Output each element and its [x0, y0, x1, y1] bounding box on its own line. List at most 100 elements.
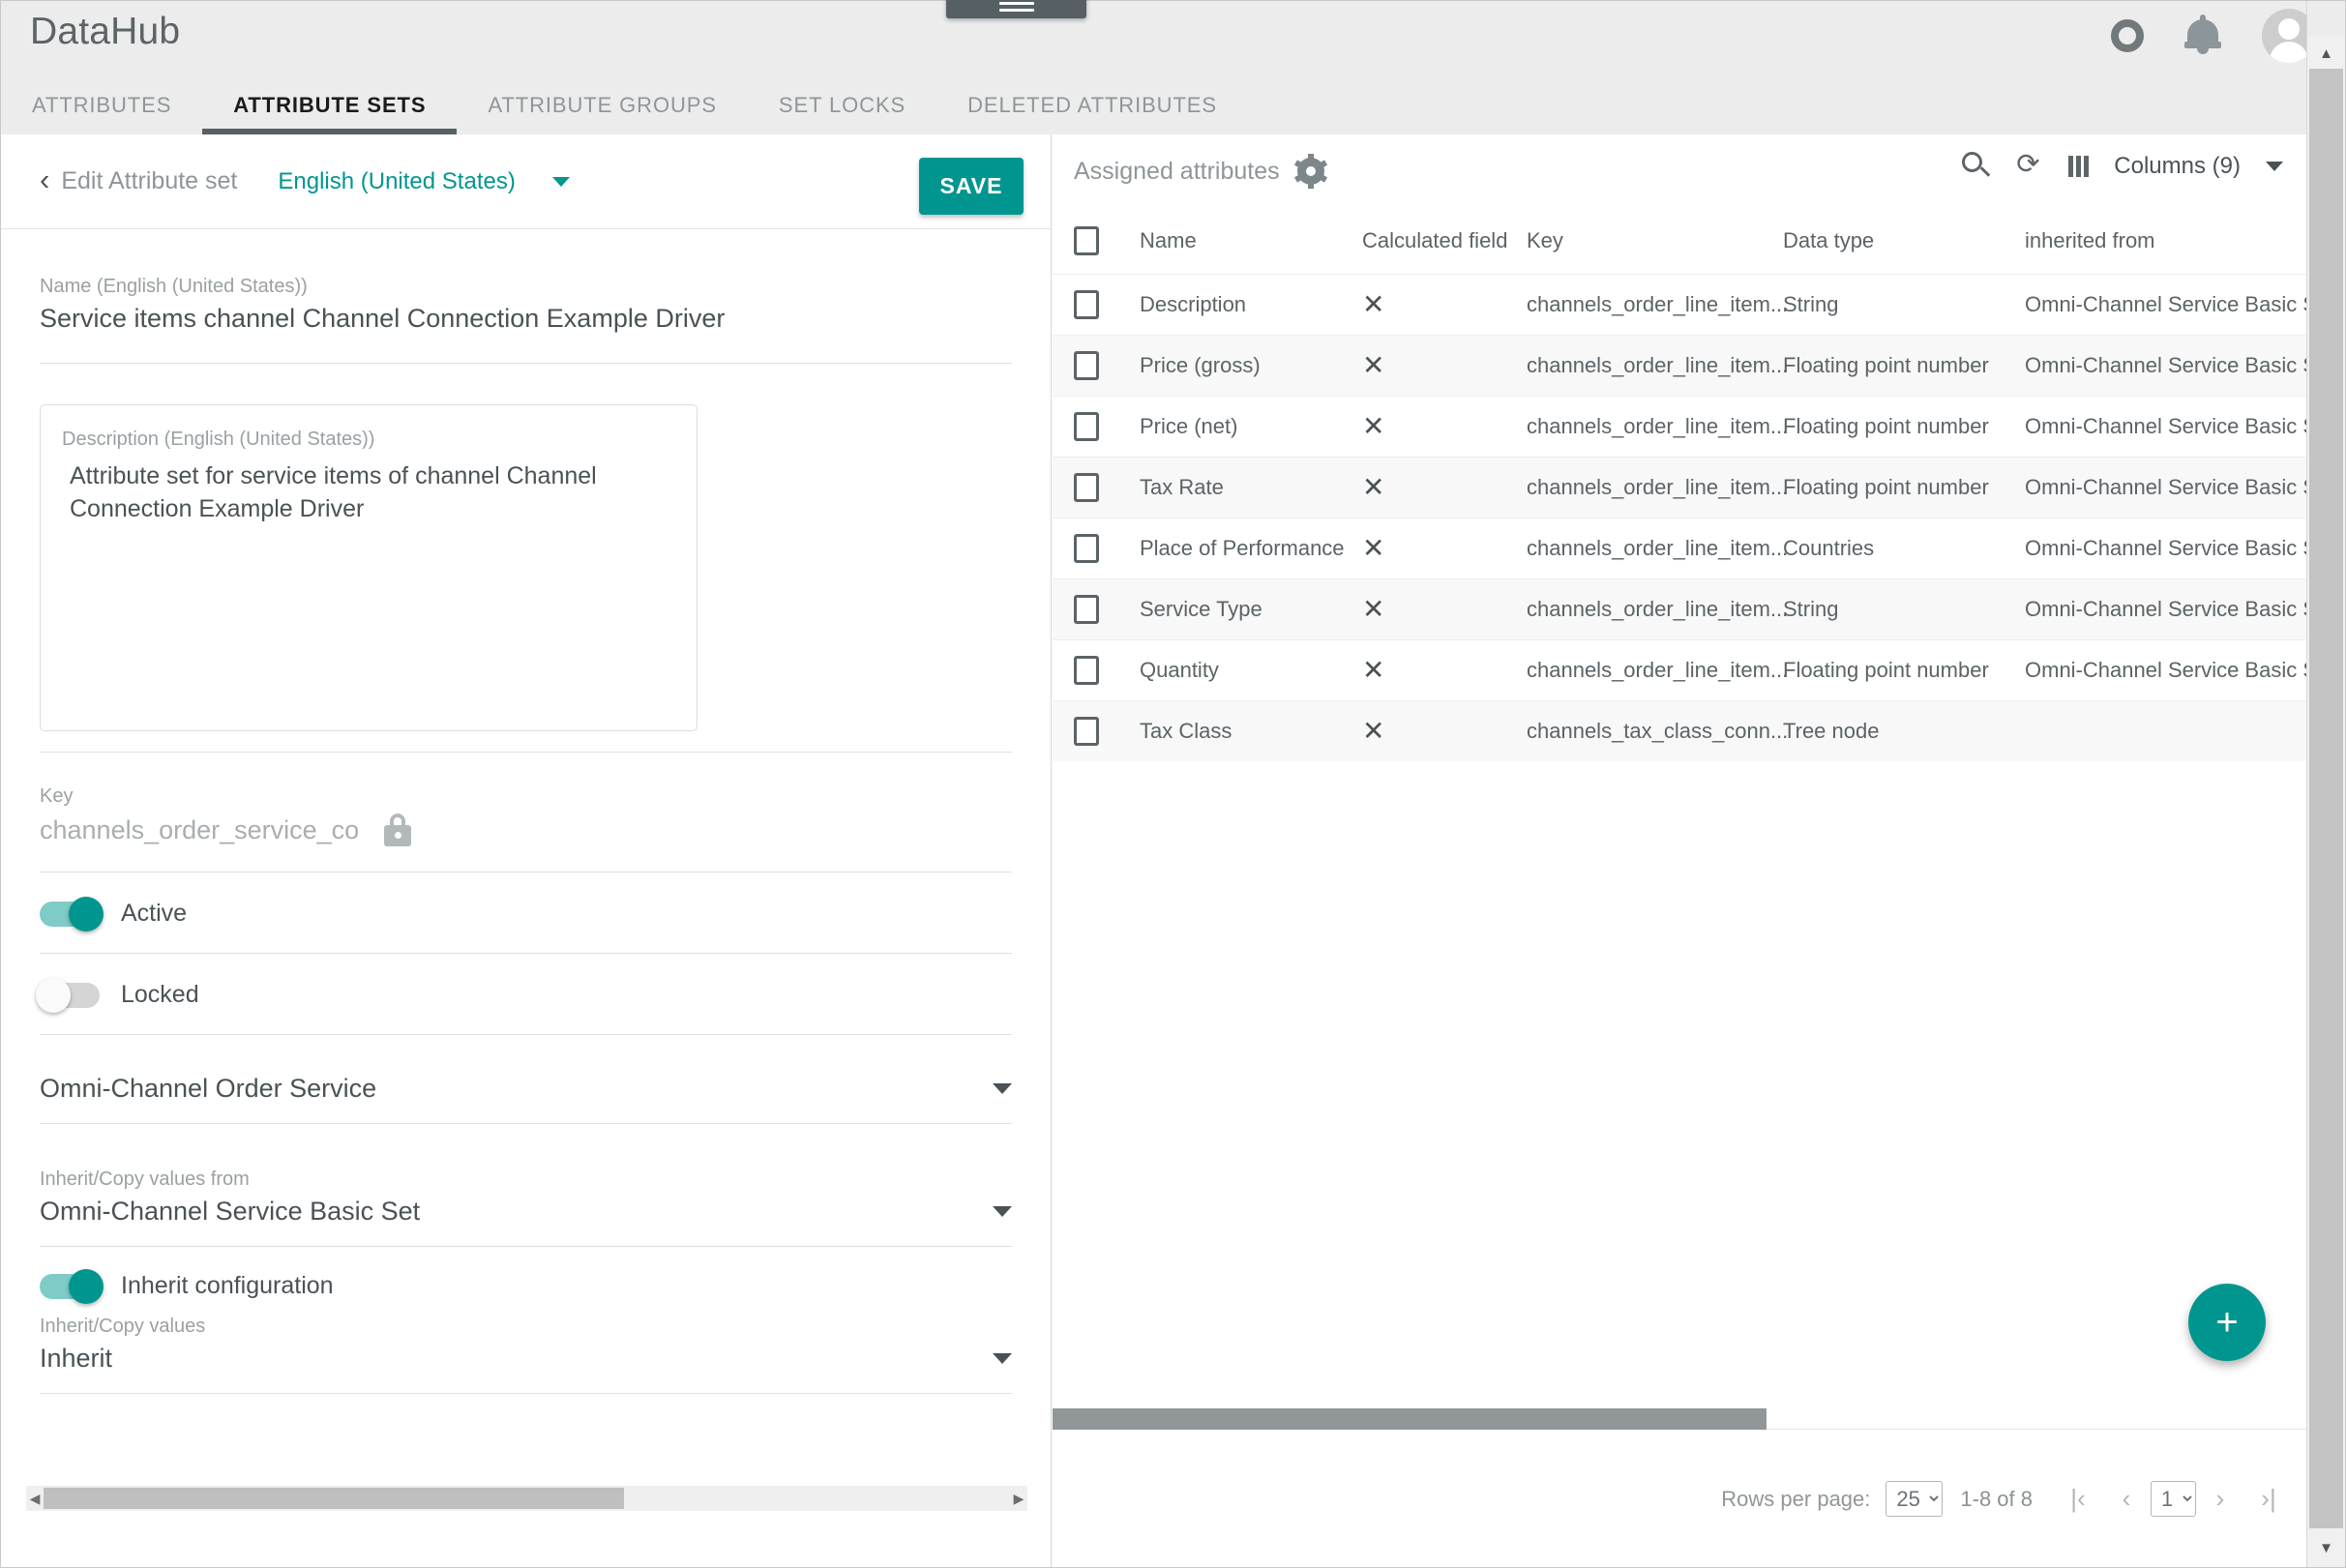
calculated-field-x-icon: ✕: [1362, 288, 1385, 319]
scroll-left-arrow-icon[interactable]: ◀: [26, 1491, 44, 1507]
attribute-set-editor-panel: ‹ Edit Attribute set English (United Sta…: [1, 134, 1052, 1567]
cell-data-type: Floating point number: [1783, 658, 1989, 682]
paginator: Rows per page: 25 1-8 of 8 |‹ ‹ 1 › ›|: [1721, 1481, 2293, 1517]
column-header-data-type[interactable]: Data type: [1783, 228, 2025, 253]
page-range-label: 1-8 of 8: [1960, 1486, 2033, 1511]
top-bar-actions: [2111, 9, 2316, 63]
inherit-from-value: Omni-Channel Service Basic Set: [40, 1197, 421, 1226]
row-checkbox-cell[interactable]: [1074, 717, 1140, 746]
cell-name: Service Type: [1140, 597, 1262, 621]
language-value: English (United States): [278, 167, 516, 194]
tab-deleted-attributes[interactable]: DELETED ATTRIBUTES: [936, 76, 1248, 134]
table-row[interactable]: Tax Rate ✕ channels_order_line_item... F…: [1053, 457, 2334, 518]
last-page-button[interactable]: ›|: [2244, 1484, 2293, 1514]
table-row[interactable]: Service Type ✕ channels_order_line_item.…: [1053, 578, 2334, 639]
column-header-inherited-from[interactable]: inherited from: [2025, 228, 2306, 253]
row-checkbox[interactable]: [1074, 351, 1099, 380]
back-button[interactable]: ‹: [20, 164, 61, 198]
table-row[interactable]: Place of Performance ✕ channels_order_li…: [1053, 518, 2334, 578]
add-attribute-button[interactable]: +: [2188, 1284, 2266, 1361]
table-row[interactable]: Tax Class ✕ channels_tax_class_conn... T…: [1053, 700, 2306, 761]
columns-selector-label[interactable]: Columns (9): [2114, 153, 2241, 180]
scroll-right-arrow-icon[interactable]: ▶: [1010, 1491, 1027, 1507]
select-all-checkbox-cell[interactable]: [1074, 226, 1140, 255]
left-panel-horizontal-scrollbar[interactable]: ◀ ▶: [26, 1486, 1027, 1511]
window-vertical-scrollbar[interactable]: ▲ ▼: [2306, 1, 2345, 1567]
first-page-button[interactable]: |‹: [2054, 1484, 2102, 1514]
row-checkbox[interactable]: [1074, 290, 1099, 319]
name-field-value: Service items channel Channel Connection…: [40, 304, 726, 333]
cell-inherited-from: Omni-Channel Service Basic Set: [2025, 658, 2335, 682]
locked-toggle-row[interactable]: Locked: [36, 954, 1012, 1035]
table-row[interactable]: Price (gross) ✕ channels_order_line_item…: [1053, 335, 2334, 396]
tab-attributes[interactable]: ATTRIBUTES: [1, 76, 202, 134]
circle-icon[interactable]: [2111, 19, 2144, 52]
row-checkbox-cell[interactable]: [1074, 412, 1140, 441]
refresh-icon[interactable]: ⟳: [2016, 151, 2043, 181]
tab-attribute-sets[interactable]: ATTRIBUTE SETS: [202, 76, 458, 134]
select-all-checkbox[interactable]: [1074, 226, 1099, 255]
row-checkbox[interactable]: [1074, 534, 1099, 563]
page-number-select[interactable]: 1: [2151, 1481, 2196, 1517]
row-checkbox-cell[interactable]: [1074, 595, 1140, 624]
active-toggle[interactable]: [40, 896, 104, 932]
inherit-values-value: Inherit: [40, 1344, 113, 1373]
row-checkbox-cell[interactable]: [1074, 534, 1140, 563]
rows-per-page-select[interactable]: 25: [1886, 1481, 1944, 1517]
columns-icon[interactable]: [2068, 156, 2090, 177]
gear-icon[interactable]: [1293, 154, 1327, 189]
table-header-row: Name Calculated field Key Data type inhe…: [1053, 208, 2306, 274]
previous-page-button[interactable]: ‹: [2102, 1484, 2151, 1514]
name-field[interactable]: Name (English (United States)) Service i…: [40, 229, 1012, 364]
inherit-configuration-row[interactable]: Inherit configuration: [40, 1247, 1012, 1308]
row-checkbox[interactable]: [1074, 656, 1099, 685]
tab-label: ATTRIBUTE SETS: [233, 93, 427, 117]
cell-data-type: Tree node: [1783, 719, 1880, 743]
next-page-button[interactable]: ›: [2196, 1484, 2244, 1514]
calculated-field-x-icon: ✕: [1362, 654, 1385, 685]
inherit-from-label: Inherit/Copy values from: [40, 1169, 250, 1190]
assigned-attributes-header: Assigned attributes ⟳ Columns (9): [1053, 134, 2306, 208]
row-checkbox[interactable]: [1074, 717, 1099, 746]
row-checkbox-cell[interactable]: [1074, 473, 1140, 502]
bell-icon[interactable]: [2184, 15, 2221, 57]
row-checkbox[interactable]: [1074, 412, 1099, 441]
tab-set-locks[interactable]: SET LOCKS: [748, 76, 936, 134]
table-row[interactable]: Price (net) ✕ channels_order_line_item..…: [1053, 396, 2334, 457]
cell-name: Quantity: [1140, 658, 1219, 682]
row-checkbox[interactable]: [1074, 595, 1099, 624]
scrollbar-thumb[interactable]: [2309, 69, 2343, 1528]
chevron-down-icon[interactable]: [2266, 162, 2283, 171]
row-checkbox-cell[interactable]: [1074, 290, 1140, 319]
locked-toggle[interactable]: [36, 977, 100, 1013]
active-toggle-label: Active: [121, 900, 188, 927]
column-header-key[interactable]: Key: [1527, 228, 1783, 253]
cell-data-type: Floating point number: [1783, 475, 1989, 499]
save-button[interactable]: SAVE: [919, 158, 1024, 215]
parent-set-select[interactable]: Omni-Channel Order Service: [40, 1035, 1012, 1124]
row-checkbox-cell[interactable]: [1074, 656, 1140, 685]
hamburger-menu-icon[interactable]: [946, 0, 1086, 18]
active-toggle-row[interactable]: Active: [40, 873, 1012, 954]
table-row[interactable]: Description ✕ channels_order_line_item..…: [1053, 274, 2334, 335]
calculated-field-x-icon: ✕: [1362, 410, 1385, 441]
row-checkbox[interactable]: [1074, 473, 1099, 502]
column-header-calculated-field[interactable]: Calculated field: [1362, 228, 1527, 253]
page-title: Edit Attribute set: [61, 167, 238, 194]
scroll-up-arrow-icon[interactable]: ▲: [2307, 36, 2345, 71]
scroll-down-arrow-icon[interactable]: ▼: [2307, 1530, 2345, 1565]
tab-attribute-groups[interactable]: ATTRIBUTE GROUPS: [457, 76, 747, 134]
row-checkbox-cell[interactable]: [1074, 351, 1140, 380]
search-icon[interactable]: [1962, 152, 1991, 181]
inherit-configuration-toggle[interactable]: [40, 1268, 104, 1304]
parent-set-value: Omni-Channel Order Service: [40, 1074, 377, 1103]
column-header-name[interactable]: Name: [1140, 228, 1362, 253]
language-selector[interactable]: English (United States): [278, 167, 570, 195]
hamburger-bars: [998, 0, 1034, 15]
description-field[interactable]: Description (English (United States)) At…: [40, 404, 698, 731]
table-row[interactable]: Quantity ✕ channels_order_line_item... F…: [1053, 639, 2334, 700]
inherit-values-select[interactable]: Inherit/Copy values Inherit: [40, 1308, 1012, 1394]
inherit-from-select[interactable]: Inherit/Copy values from Omni-Channel Se…: [40, 1124, 1012, 1247]
scrollbar-thumb[interactable]: [44, 1488, 624, 1509]
table-horizontal-scrollbar-thumb[interactable]: [1053, 1408, 1767, 1430]
